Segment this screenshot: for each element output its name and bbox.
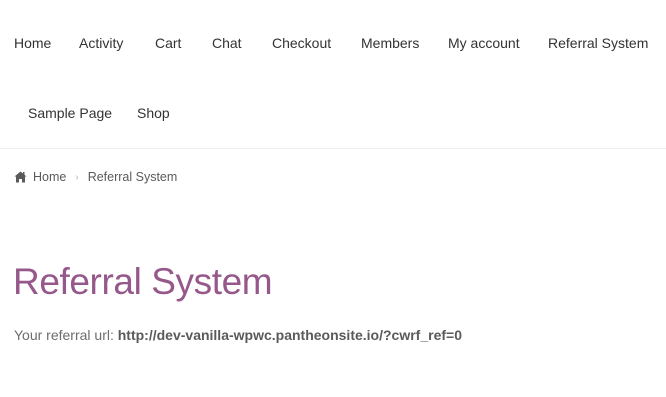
referral-url-value: http://dev-vanilla-wpwc.pantheonsite.io/… — [117, 327, 462, 343]
referral-url-line: Your referral url: http://dev-vanilla-wp… — [14, 326, 462, 344]
nav-item-cart[interactable]: Cart — [155, 34, 181, 52]
nav-item-home[interactable]: Home — [14, 34, 51, 52]
referral-url-label: Your referral url: — [14, 327, 114, 343]
nav-item-checkout[interactable]: Checkout — [272, 34, 331, 52]
breadcrumb-home-link[interactable]: Home — [33, 170, 66, 184]
nav-item-referral-system[interactable]: Referral System — [548, 34, 648, 52]
breadcrumb-current: Referral System — [87, 170, 178, 184]
nav-item-shop[interactable]: Shop — [137, 104, 170, 122]
breadcrumb-separator: › — [75, 171, 79, 183]
nav-item-activity[interactable]: Activity — [79, 34, 123, 52]
nav-item-my-account[interactable]: My account — [448, 34, 520, 52]
nav-item-sample-page[interactable]: Sample Page — [28, 104, 112, 122]
header-divider — [0, 148, 666, 149]
nav-item-chat[interactable]: Chat — [212, 34, 242, 52]
primary-navigation: Home Activity Cart Chat Checkout Members… — [0, 0, 666, 148]
nav-item-members[interactable]: Members — [361, 34, 419, 52]
page: Home Activity Cart Chat Checkout Members… — [0, 0, 666, 397]
home-icon — [14, 171, 27, 183]
breadcrumb: Home › Referral System — [14, 168, 177, 186]
page-title: Referral System — [13, 261, 273, 302]
